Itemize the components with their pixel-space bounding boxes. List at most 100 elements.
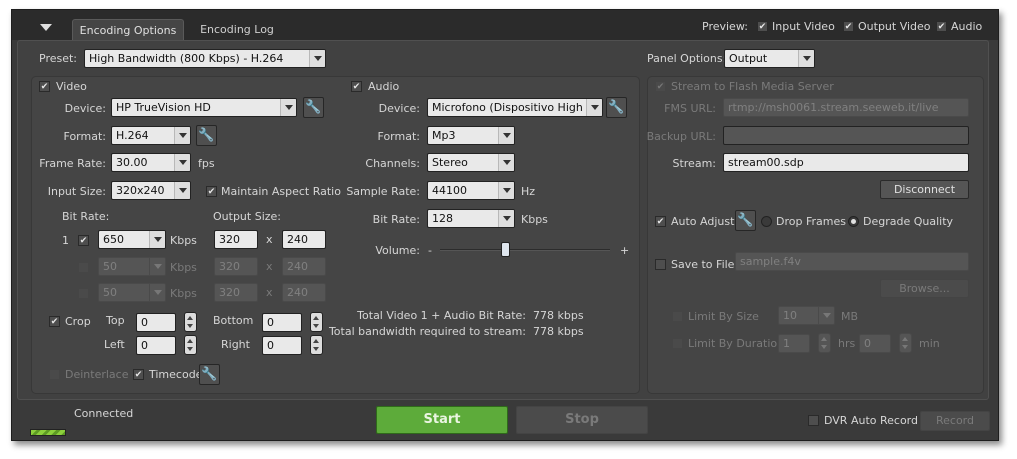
duration-hours-stepper[interactable] — [818, 333, 831, 353]
crop-right-field[interactable]: 0 — [262, 336, 302, 355]
volume-slider-track[interactable] — [440, 249, 610, 251]
video-checkbox[interactable] — [39, 81, 50, 92]
audio-bit-rate-dropdown[interactable]: 128 — [427, 209, 515, 228]
file-name-field[interactable]: sample.f4v — [735, 252, 969, 271]
preview-audio-label: Audio — [951, 20, 983, 33]
duration-hours-field[interactable]: 1 — [778, 334, 810, 353]
frame-rate-label: Frame Rate: — [39, 157, 106, 170]
sample-rate-dropdown[interactable]: 44100 — [427, 181, 515, 200]
degrade-quality-radio[interactable] — [848, 216, 859, 227]
preview-input-video-checkbox[interactable] — [757, 21, 768, 32]
video-format-dropdown[interactable]: H.264 — [111, 126, 191, 145]
audio-format-dropdown[interactable]: Mp3 — [427, 126, 515, 145]
sample-rate-label: Sample Rate: — [346, 185, 420, 198]
output-width-field[interactable]: 320 — [214, 257, 258, 276]
bitrate-row-value: 50 — [103, 286, 117, 299]
channels-dropdown[interactable]: Stereo — [427, 153, 515, 172]
output-width-field[interactable]: 320 — [214, 230, 258, 249]
chevron-down-icon — [498, 210, 514, 227]
chevron-down-icon — [818, 307, 834, 324]
limit-size-dropdown[interactable]: 10 — [778, 306, 835, 325]
timecode-settings-wrench-icon[interactable]: 🔧 — [199, 364, 220, 385]
output-height-field[interactable]: 240 — [282, 257, 326, 276]
deinterlace-checkbox[interactable] — [49, 369, 60, 380]
bitrate-row-checkbox[interactable] — [78, 288, 89, 299]
volume-slider-thumb[interactable] — [500, 242, 510, 257]
limit-by-duration-checkbox[interactable] — [672, 338, 683, 349]
chevron-down-icon — [280, 99, 296, 116]
crop-left-label: Left — [104, 338, 125, 351]
chevron-down-icon — [174, 127, 190, 144]
dvr-auto-record-checkbox[interactable] — [808, 415, 819, 426]
drop-frames-radio[interactable] — [761, 216, 772, 227]
backup-url-field[interactable] — [723, 126, 969, 145]
bitrate-row-dropdown[interactable]: 50 — [98, 283, 166, 302]
preview-output-video-checkbox[interactable] — [843, 21, 854, 32]
stream-label: Stream: — [672, 157, 716, 170]
panel-options-dropdown[interactable]: Output — [724, 49, 815, 68]
bitrate-row-dropdown[interactable]: 650 — [98, 230, 166, 249]
start-button[interactable]: Start — [376, 406, 508, 434]
crop-checkbox[interactable] — [49, 316, 60, 327]
audio-device-label: Device: — [378, 102, 420, 115]
audio-format-value: Mp3 — [432, 129, 456, 142]
output-height-field[interactable]: 240 — [282, 283, 326, 302]
chevron-down-icon — [498, 127, 514, 144]
crop-left-field[interactable]: 0 — [136, 336, 176, 355]
record-button[interactable]: Record — [920, 411, 990, 431]
bitrate-row-unit: Kbps — [170, 234, 197, 247]
browse-button[interactable]: Browse... — [880, 279, 969, 298]
output-size-label: Output Size: — [213, 210, 281, 223]
bitrate-row-checkbox[interactable] — [78, 262, 89, 273]
size-separator: x — [266, 286, 273, 299]
crop-left-stepper[interactable] — [184, 335, 197, 355]
preset-dropdown[interactable]: High Bandwidth (800 Kbps) - H.264 — [84, 49, 326, 68]
degrade-quality-label: Degrade Quality — [863, 215, 954, 228]
auto-adjust-label: Auto Adjust — [671, 215, 735, 228]
crop-top-stepper[interactable] — [184, 312, 197, 332]
crop-bottom-field[interactable]: 0 — [262, 313, 302, 332]
fms-url-field[interactable]: rtmp://msh0061.stream.seeweb.it/live — [723, 98, 969, 117]
input-size-dropdown[interactable]: 320x240 — [111, 181, 191, 200]
bitrate-row-unit: Kbps — [170, 261, 197, 274]
audio-device-dropdown[interactable]: Microfono (Dispositivo High Def — [427, 98, 603, 117]
crop-right-stepper[interactable] — [310, 335, 323, 355]
total-bandwidth-label: Total bandwidth required to stream: — [328, 325, 526, 338]
crop-top-field[interactable]: 0 — [136, 313, 176, 332]
duration-minutes-field[interactable]: 0 — [859, 334, 891, 353]
channels-value: Stereo — [432, 156, 468, 169]
volume-plus: + — [620, 244, 630, 257]
audio-title: Audio — [368, 80, 400, 93]
tab-encoding-log[interactable]: Encoding Log — [192, 19, 282, 41]
audio-device-value: Microfono (Dispositivo High Def — [432, 101, 603, 114]
duration-minutes-stepper[interactable] — [899, 333, 912, 353]
collapse-arrow-icon[interactable] — [40, 24, 52, 31]
video-device-dropdown[interactable]: HP TrueVision HD — [111, 98, 297, 117]
limit-by-size-checkbox[interactable] — [672, 311, 683, 322]
auto-adjust-checkbox[interactable] — [655, 216, 666, 227]
disconnect-button[interactable]: Disconnect — [880, 180, 969, 199]
frame-rate-dropdown[interactable]: 30.00 — [111, 153, 191, 172]
output-width-field[interactable]: 320 — [214, 283, 258, 302]
preview-audio-checkbox[interactable] — [936, 21, 947, 32]
limit-by-size-label: Limit By Size — [688, 310, 759, 323]
audio-checkbox[interactable] — [351, 81, 362, 92]
audio-device-settings-wrench-icon[interactable]: 🔧 — [606, 97, 627, 118]
video-format-settings-wrench-icon[interactable]: 🔧 — [196, 125, 217, 146]
timecode-checkbox[interactable] — [133, 369, 144, 380]
bitrate-row-dropdown[interactable]: 50 — [98, 257, 166, 276]
maintain-aspect-checkbox[interactable] — [206, 186, 217, 197]
deinterlace-label: Deinterlace — [65, 368, 129, 381]
stream-field[interactable]: stream00.sdp — [723, 153, 969, 172]
mb-label: MB — [841, 310, 859, 323]
chevron-down-icon — [149, 284, 165, 301]
output-height-field[interactable]: 240 — [282, 230, 326, 249]
tab-encoding-options[interactable]: Encoding Options — [72, 19, 184, 41]
bitrate-row-checkbox[interactable] — [78, 235, 89, 246]
volume-label: Volume: — [375, 244, 420, 257]
stream-to-fms-checkbox[interactable] — [655, 81, 666, 92]
save-to-file-checkbox[interactable] — [655, 259, 666, 270]
auto-adjust-settings-wrench-icon[interactable]: 🔧 — [735, 210, 756, 231]
video-device-settings-wrench-icon[interactable]: 🔧 — [303, 97, 324, 118]
stop-button[interactable]: Stop — [516, 406, 648, 434]
